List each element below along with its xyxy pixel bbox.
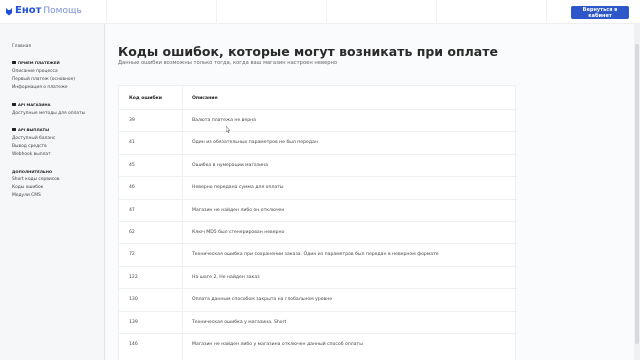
error-description: Магазин не найден либо у магазина отключ… xyxy=(192,342,363,347)
error-code: 39 xyxy=(129,118,135,123)
top-bar: Енот Помощь Вернуться в кабинет xyxy=(0,0,640,24)
error-codes-table: Код ошибки Описание 39 Валюта платежа не… xyxy=(118,85,517,360)
page-title: Коды ошибок, которые могут возникать при… xyxy=(118,44,498,59)
divider xyxy=(326,0,327,24)
mouse-cursor-icon xyxy=(226,126,230,133)
table-row: 45 Ошибка в нумерации магазина xyxy=(119,153,517,176)
sidebar-item-home[interactable]: Главная xyxy=(12,44,31,49)
error-description: Один из обязательных параметров не был п… xyxy=(192,140,318,146)
sidebar-section-title: API МАГАЗИНА xyxy=(18,102,51,107)
section-icon xyxy=(12,128,16,131)
main-content: Коды ошибок, которые могут возникать при… xyxy=(106,24,634,360)
error-description: Магазин не найден либо он отключен xyxy=(192,207,285,213)
sidebar-section-title: API ВЫПЛАТЫ xyxy=(18,127,50,132)
error-description: Оплата данным способом закрыта на глобал… xyxy=(192,297,333,303)
page-scrollbar[interactable] xyxy=(634,24,640,360)
sidebar-item-balance[interactable]: Доступный баланс xyxy=(12,136,55,141)
divider xyxy=(436,0,437,24)
table-row: 130 Оплата данным способом закрыта на гл… xyxy=(119,288,517,310)
sidebar-item-error-codes[interactable]: Коды ошибок xyxy=(12,185,43,190)
sidebar-item-process[interactable]: Описание процесса xyxy=(12,69,58,74)
sidebar-item-short-codes[interactable]: Short коды сервисов xyxy=(12,177,59,182)
scrollbar-thumb[interactable] xyxy=(635,44,639,344)
table-row: 122 На шаге 2, Не найден заказ xyxy=(119,265,517,288)
table-row: 139 Техническая ошибка у магазина. Short xyxy=(119,310,517,333)
error-description: Неверно передана сумма для оплаты xyxy=(192,185,284,191)
sidebar-item-payment-methods[interactable]: Доступные методы для оплаты xyxy=(12,111,85,116)
error-code: 146 xyxy=(129,342,138,347)
header-code: Код ошибки xyxy=(129,96,163,101)
divider xyxy=(106,0,107,24)
table-row: 72 Техническая ошибка при сохранении зак… xyxy=(119,243,517,265)
table-row: 46 Неверно передана сумма для оплаты xyxy=(119,176,517,198)
page-subtitle: Данные ошибки возможны только тогда, ког… xyxy=(118,60,338,66)
error-code: 45 xyxy=(129,162,135,168)
sidebar-section-shop-api: API МАГАЗИНА xyxy=(12,102,51,107)
sidebar-item-payment-info[interactable]: Информация о платеже xyxy=(12,85,68,90)
error-code: 72 xyxy=(129,252,135,258)
error-description: Техническая ошибка при сохранении заказа… xyxy=(192,252,439,258)
error-description: Техническая ошибка у магазина. Short xyxy=(192,319,287,325)
logo[interactable]: Енот Помощь xyxy=(5,5,82,17)
sidebar-section-title: ПРИЕМ ПЛАТЕЖЕЙ xyxy=(18,60,60,65)
logo-brand: Енот xyxy=(15,5,42,16)
error-code: 47 xyxy=(129,207,135,213)
error-code: 139 xyxy=(129,319,138,325)
back-to-cabinet-button[interactable]: Вернуться в кабинет xyxy=(571,6,629,19)
raccoon-logo-icon xyxy=(6,7,12,15)
sidebar-item-webhook[interactable]: Webhook выплат xyxy=(12,152,51,157)
sidebar-item-cms-modules[interactable]: Модули CMS xyxy=(12,193,41,198)
table-row: 39 Валюта платежа не верна xyxy=(119,109,517,131)
sidebar-section-payments: ПРИЕМ ПЛАТЕЖЕЙ xyxy=(12,60,60,65)
table-row: 47 Магазин не найден либо он отключен xyxy=(119,198,517,221)
header-description: Описание xyxy=(192,96,218,101)
error-code: 130 xyxy=(129,297,138,303)
section-icon xyxy=(12,103,16,106)
error-code: 46 xyxy=(129,185,135,191)
divider xyxy=(216,0,217,24)
divider xyxy=(546,0,547,24)
sidebar-section-extra: ДОПОЛНИТЕЛЬНО xyxy=(12,169,53,174)
error-code: 41 xyxy=(129,140,135,146)
sidebar: Главная ПРИЕМ ПЛАТЕЖЕЙ Описание процесса… xyxy=(0,24,105,360)
error-description: Ошибка в нумерации магазина xyxy=(192,162,268,168)
sidebar-section-payout-api: API ВЫПЛАТЫ xyxy=(12,127,49,132)
error-description: Валюта платежа не верна xyxy=(192,118,256,123)
table-row: 146 Магазин не найден либо у магазина от… xyxy=(119,333,517,355)
table-row: 62 Ключ MD5 был сгенерирован неверно xyxy=(119,221,517,243)
error-code: 62 xyxy=(129,230,135,235)
section-icon xyxy=(12,61,16,64)
error-description: На шаге 2, Не найден заказ xyxy=(192,274,260,280)
sidebar-item-withdraw[interactable]: Вывод средств xyxy=(12,144,47,149)
table-row: 41 Один из обязательных параметров не бы… xyxy=(119,131,517,153)
sidebar-item-first-payment[interactable]: Первый платеж (основное) xyxy=(12,77,75,82)
logo-help: Помощь xyxy=(43,6,82,16)
error-description: Ключ MD5 был сгенерирован неверно xyxy=(192,230,285,235)
error-code: 122 xyxy=(129,274,138,280)
